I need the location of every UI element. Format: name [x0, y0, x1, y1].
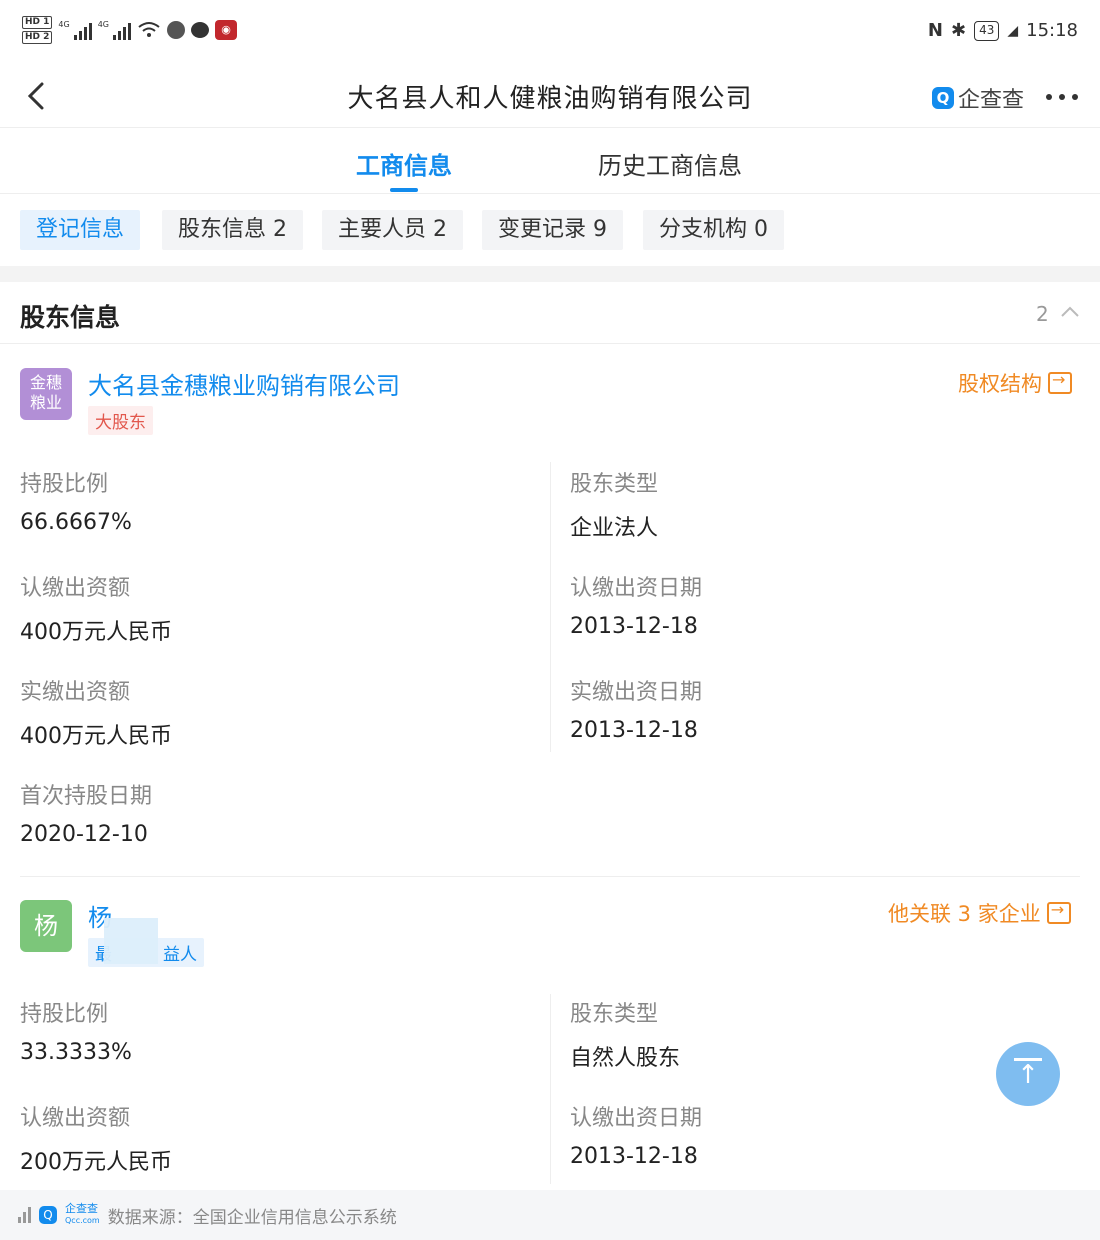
footer-brand: 企查查 Qcc.com	[65, 1203, 100, 1227]
shareholder-section-header[interactable]: 股东信息 2	[0, 282, 1100, 344]
shareholding-ratio-label: 持股比例	[20, 472, 109, 497]
brand-label: 企查查	[958, 88, 1025, 113]
hd1-label: HD 1	[22, 16, 53, 29]
section-count: 2	[1036, 302, 1049, 326]
scroll-to-top-button[interactable]: ↑	[996, 1042, 1060, 1106]
shareholder-type-label: 股东类型	[570, 472, 659, 497]
clock: 15:18	[1026, 20, 1078, 41]
paid-amount-value: 400万元人民币	[20, 724, 172, 749]
paid-date-value: 2013-12-18	[570, 718, 698, 743]
app-notification-icon	[167, 21, 185, 39]
related-companies-label: 他关联 3 家企业	[888, 902, 1041, 926]
status-right: N ✱ 43 ◢ 15:18	[928, 20, 1078, 41]
arrow-up-icon: ↑	[1017, 1060, 1039, 1090]
column-divider	[550, 994, 551, 1184]
section-separator	[0, 266, 1100, 282]
avatar-line-2: 粮业	[29, 393, 62, 412]
company-avatar: 金穗 粮业	[20, 368, 72, 420]
related-companies-link[interactable]: 他关联 3 家企业	[888, 898, 1071, 928]
chip-registration[interactable]: 登记信息	[20, 210, 141, 250]
section-title: 股东信息	[20, 303, 121, 332]
shareholding-ratio-value: 66.6667%	[20, 510, 132, 535]
chart-bars-icon	[18, 1207, 31, 1223]
redaction-mask	[104, 918, 158, 964]
shareholder-divider	[20, 876, 1080, 877]
subscribed-date-label: 认缴出资日期	[570, 576, 703, 601]
equity-structure-label: 股权结构	[958, 372, 1042, 396]
sub-tab-chips: 登记信息 股东信息 2 主要人员 2 变更记录 9 分支机构 0	[0, 194, 1100, 266]
wifi-icon	[138, 22, 160, 37]
more-icon[interactable]	[1046, 94, 1078, 100]
qcc-logo-icon: Q	[39, 1206, 57, 1224]
subscribed-date-label: 认缴出资日期	[570, 1106, 703, 1131]
external-arrow-icon	[1046, 900, 1071, 924]
subscribed-amount-label: 认缴出资额	[20, 1106, 131, 1131]
status-left: HD 1 HD 2 4G 4G ◉	[22, 16, 237, 44]
first-holding-date-value: 2020-12-10	[20, 822, 148, 847]
data-source-footer: Q 企查查 Qcc.com 数据来源：全国企业信用信息公示系统	[0, 1190, 1100, 1240]
person-avatar: 杨	[20, 900, 72, 952]
nav-bar: 大名县人和人健粮油购销有限公司 Q 企查查	[0, 64, 1100, 128]
column-divider	[550, 462, 551, 752]
external-arrow-icon	[1048, 370, 1072, 394]
tab-history-business-info[interactable]: 历史工商信息	[598, 146, 742, 181]
footer-brand-name: 企查查	[65, 1202, 98, 1215]
signal-icon: 4G	[58, 20, 92, 40]
subscribed-amount-value: 400万元人民币	[20, 620, 172, 645]
first-holding-date-label: 首次持股日期	[20, 784, 153, 809]
shareholder-name-link[interactable]: 大名县金穗粮业购销有限公司	[88, 366, 400, 401]
hd-indicator: HD 1 HD 2	[22, 16, 53, 44]
chip-key-personnel[interactable]: 主要人员 2	[322, 210, 463, 250]
chip-branches[interactable]: 分支机构 0	[643, 210, 784, 250]
network-type-2: 4G	[97, 20, 109, 29]
signal-icon-2: 4G	[98, 20, 131, 40]
leaf-icon: ◢	[1007, 22, 1019, 39]
subscribed-date-value: 2013-12-18	[570, 1144, 698, 1169]
chip-shareholders[interactable]: 股东信息 2	[162, 210, 303, 250]
tab-business-info[interactable]: 工商信息	[356, 146, 452, 181]
shareholding-ratio-value: 33.3333%	[20, 1040, 132, 1065]
data-source-text: 数据来源：全国企业信用信息公示系统	[107, 1207, 397, 1228]
avatar-line-1: 金穗	[29, 373, 62, 392]
major-shareholder-badge: 大股东	[88, 406, 153, 435]
subscribed-date-value: 2013-12-18	[570, 614, 698, 639]
shareholder-type-value: 企业法人	[570, 516, 659, 541]
weibo-icon: ◉	[215, 20, 237, 40]
qcc-logo-icon: Q	[932, 87, 954, 109]
chevron-up-icon[interactable]	[1060, 306, 1080, 318]
equity-structure-link[interactable]: 股权结构	[958, 368, 1072, 398]
nfc-icon: N	[927, 20, 943, 41]
paid-amount-label: 实缴出资额	[20, 680, 131, 705]
message-icon	[191, 22, 209, 38]
network-type-1: 4G	[58, 20, 70, 29]
tab-bar: 工商信息 历史工商信息	[0, 128, 1100, 194]
shareholder-type-value: 自然人股东	[570, 1046, 681, 1071]
shareholder-type-label: 股东类型	[570, 1002, 659, 1027]
brand-button[interactable]: Q 企查查	[932, 82, 1024, 114]
hd2-label: HD 2	[22, 31, 53, 44]
footer-brand-domain: Qcc.com	[65, 1216, 100, 1225]
chip-change-records[interactable]: 变更记录 9	[482, 210, 623, 250]
subscribed-amount-label: 认缴出资额	[20, 576, 131, 601]
battery-icon: 43	[974, 20, 1000, 41]
paid-date-label: 实缴出资日期	[570, 680, 703, 705]
tab-active-indicator	[390, 188, 418, 192]
shareholding-ratio-label: 持股比例	[20, 1002, 109, 1027]
subscribed-amount-value: 200万元人民币	[20, 1150, 172, 1175]
status-bar: HD 1 HD 2 4G 4G ◉ N ✱ 43 ◢ 15:18	[0, 0, 1100, 64]
bluetooth-icon: ✱	[950, 20, 967, 41]
